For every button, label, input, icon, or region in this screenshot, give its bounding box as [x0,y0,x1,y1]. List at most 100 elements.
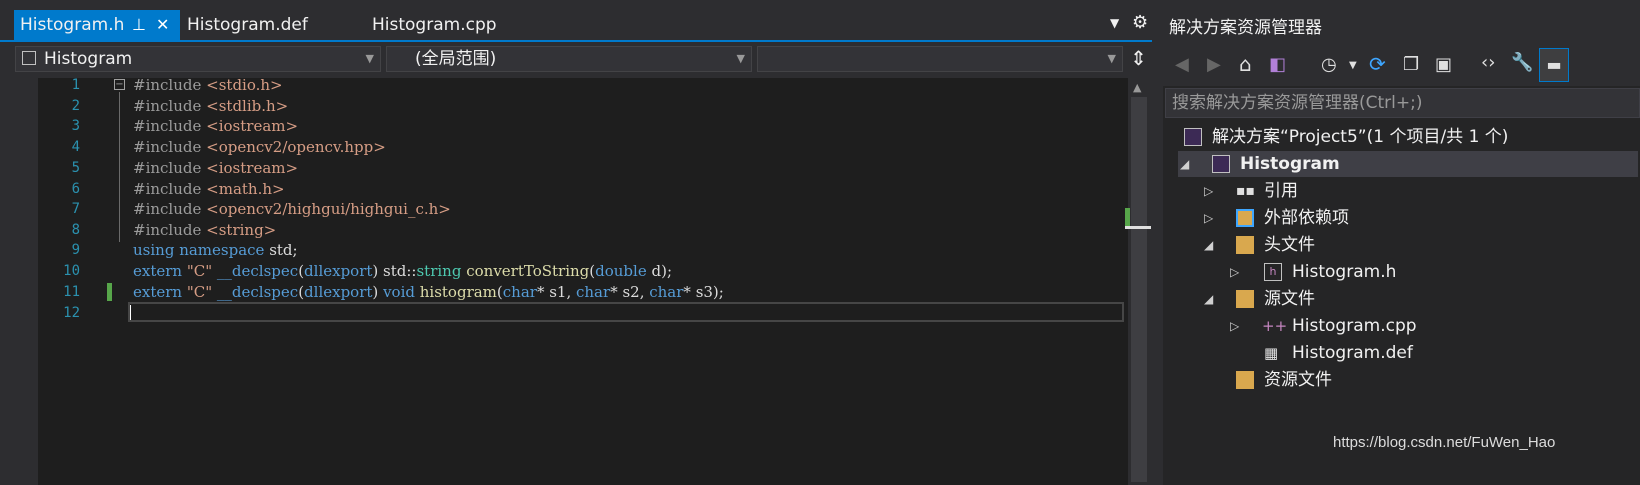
keyword: extern [133,283,183,301]
expanded-icon: ◢ [1204,292,1214,306]
editor-margin [0,78,38,485]
watermark-text: https://blog.csdn.net/FuWen_Hao [1333,434,1556,451]
collapse-all-icon[interactable]: ❐ [1403,54,1419,75]
function-name: convertToString [466,262,590,280]
include-path: <opencv2/opencv.hpp> [206,138,386,156]
tree-item-label: 头文件 [1264,235,1315,255]
code-line: #include <iostream> [133,116,298,137]
line-number: 7 [71,201,80,217]
folder-icon [1236,209,1254,227]
home-icon[interactable]: ⌂ [1239,52,1252,76]
code-text: * s1, [536,283,576,301]
header-file-icon: h [1264,263,1282,281]
line-number: 9 [71,242,80,258]
project-dropdown[interactable]: Histogram ▼ [15,46,381,72]
preprocessor-directive: #include [133,221,202,239]
switch-views-icon[interactable]: ◧ [1269,54,1286,75]
scroll-up-icon[interactable]: ▲ [1133,81,1141,94]
current-line-highlight [128,302,1124,322]
folder-icon [1236,371,1254,389]
preview-selected-items-icon[interactable]: ▬ [1539,48,1569,82]
tab-label: Histogram.def [187,15,308,35]
line-number: 6 [71,181,80,197]
tree-item-label: 资源文件 [1264,370,1332,390]
keyword: namespace [179,241,265,259]
keyword: extern [133,262,183,280]
panel-splitter[interactable] [1152,0,1163,485]
keyword: __declspec [216,262,299,280]
gear-icon[interactable]: ⚙ [1132,12,1148,33]
forward-icon[interactable]: ▶ [1207,54,1221,75]
tab-label: Histogram.h [20,15,125,35]
collapse-icon[interactable]: − [114,79,125,90]
collapsed-icon: ▷ [1230,265,1240,279]
text-caret [130,305,131,320]
member-dropdown[interactable]: ▼ [757,46,1123,72]
keyword: char [576,283,611,301]
preprocessor-directive: #include [133,180,202,198]
tree-item-label: 源文件 [1264,289,1315,309]
preprocessor-directive: #include [133,76,202,94]
preprocessor-directive: #include [133,97,202,115]
keyword: dllexport [304,283,373,301]
tab-histogram-def[interactable]: Histogram.def [181,10,361,40]
include-path: <opencv2/highgui/highgui_c.h> [206,200,451,218]
tree-item-label: 引用 [1264,181,1298,201]
code-line: #include <stdlib.h> [133,96,288,117]
preprocessor-directive: #include [133,138,202,156]
panel-title: 解决方案资源管理器 [1169,18,1322,38]
document-tab-bar: Histogram.h ⊥ ✕ Histogram.def Histogram.… [0,0,1158,40]
keyword: void [383,283,415,301]
tab-histogram-cpp[interactable]: Histogram.cpp [366,10,546,40]
scope-dropdown[interactable]: (全局范围) ▼ [386,46,752,72]
split-window-icon[interactable]: ⇕ [1130,46,1147,70]
code-line: #include <opencv2/highgui/highgui_c.h> [133,199,451,220]
expanded-icon: ◢ [1180,157,1190,171]
tree-item-label: Histogram.def [1292,343,1413,363]
pending-changes-icon[interactable]: ◷ [1321,54,1337,75]
include-path: <iostream> [206,117,299,135]
tab-list-dropdown-icon[interactable]: ▼ [1110,16,1119,30]
pin-icon[interactable]: ⊥ [132,10,146,40]
include-path: <math.h> [206,180,285,198]
code-line: extern "C" __declspec(dllexport) void hi… [133,282,724,303]
code-line: using namespace std; [133,240,298,261]
solution-icon [1184,128,1202,146]
refresh-icon[interactable]: ⟳ [1369,52,1386,76]
tab-histogram-h[interactable]: Histogram.h ⊥ ✕ [14,10,180,40]
close-icon[interactable]: ✕ [156,10,169,40]
keyword: dllexport [304,262,373,280]
include-path: <stdlib.h> [206,97,289,115]
back-icon[interactable]: ◀ [1175,54,1189,75]
search-placeholder: 搜索解决方案资源管理器(Ctrl+;) [1172,93,1423,113]
wrench-icon[interactable]: 🔧 [1511,52,1533,73]
view-code-icon[interactable]: ‹› [1481,52,1495,73]
include-path: <string> [206,221,277,239]
line-number: 4 [71,139,80,155]
code-text: * s3); [683,283,724,301]
line-number: 10 [63,263,80,279]
tree-item-project[interactable]: ◢ Histogram [1178,151,1638,177]
tree-item-label: Histogram.cpp [1292,316,1417,336]
solution-explorer-search-input[interactable]: 搜索解决方案资源管理器(Ctrl+;) [1165,88,1640,118]
line-number: 8 [71,222,80,238]
scrollbar-thumb[interactable] [1131,97,1147,482]
keyword: char [502,283,537,301]
chevron-down-icon: ▼ [736,52,745,65]
collapsed-icon: ▷ [1230,319,1240,333]
scroll-change-marker [1125,208,1130,226]
code-line: extern "C" __declspec(dllexport) std::st… [133,261,672,282]
line-number: 2 [71,98,80,114]
tree-item-label: 解决方案“Project5”(1 个项目/共 1 个) [1212,127,1509,147]
show-all-files-icon[interactable]: ▣ [1435,54,1452,75]
chevron-down-icon[interactable]: ▼ [1349,60,1357,71]
line-number: 5 [71,160,80,176]
cpp-file-icon: ++ [1262,317,1288,335]
include-path: <iostream> [206,159,299,177]
chevron-down-icon: ▼ [365,52,374,65]
folder-icon [1236,290,1254,308]
code-text: * s2, [610,283,650,301]
preprocessor-directive: #include [133,159,202,177]
change-marker [107,283,112,301]
solution-explorer-toolbar: ◀ ▶ ⌂ ◧ ◷ ▼ ⟳ ❐ ▣ ‹› 🔧 ▬ [1163,46,1640,86]
